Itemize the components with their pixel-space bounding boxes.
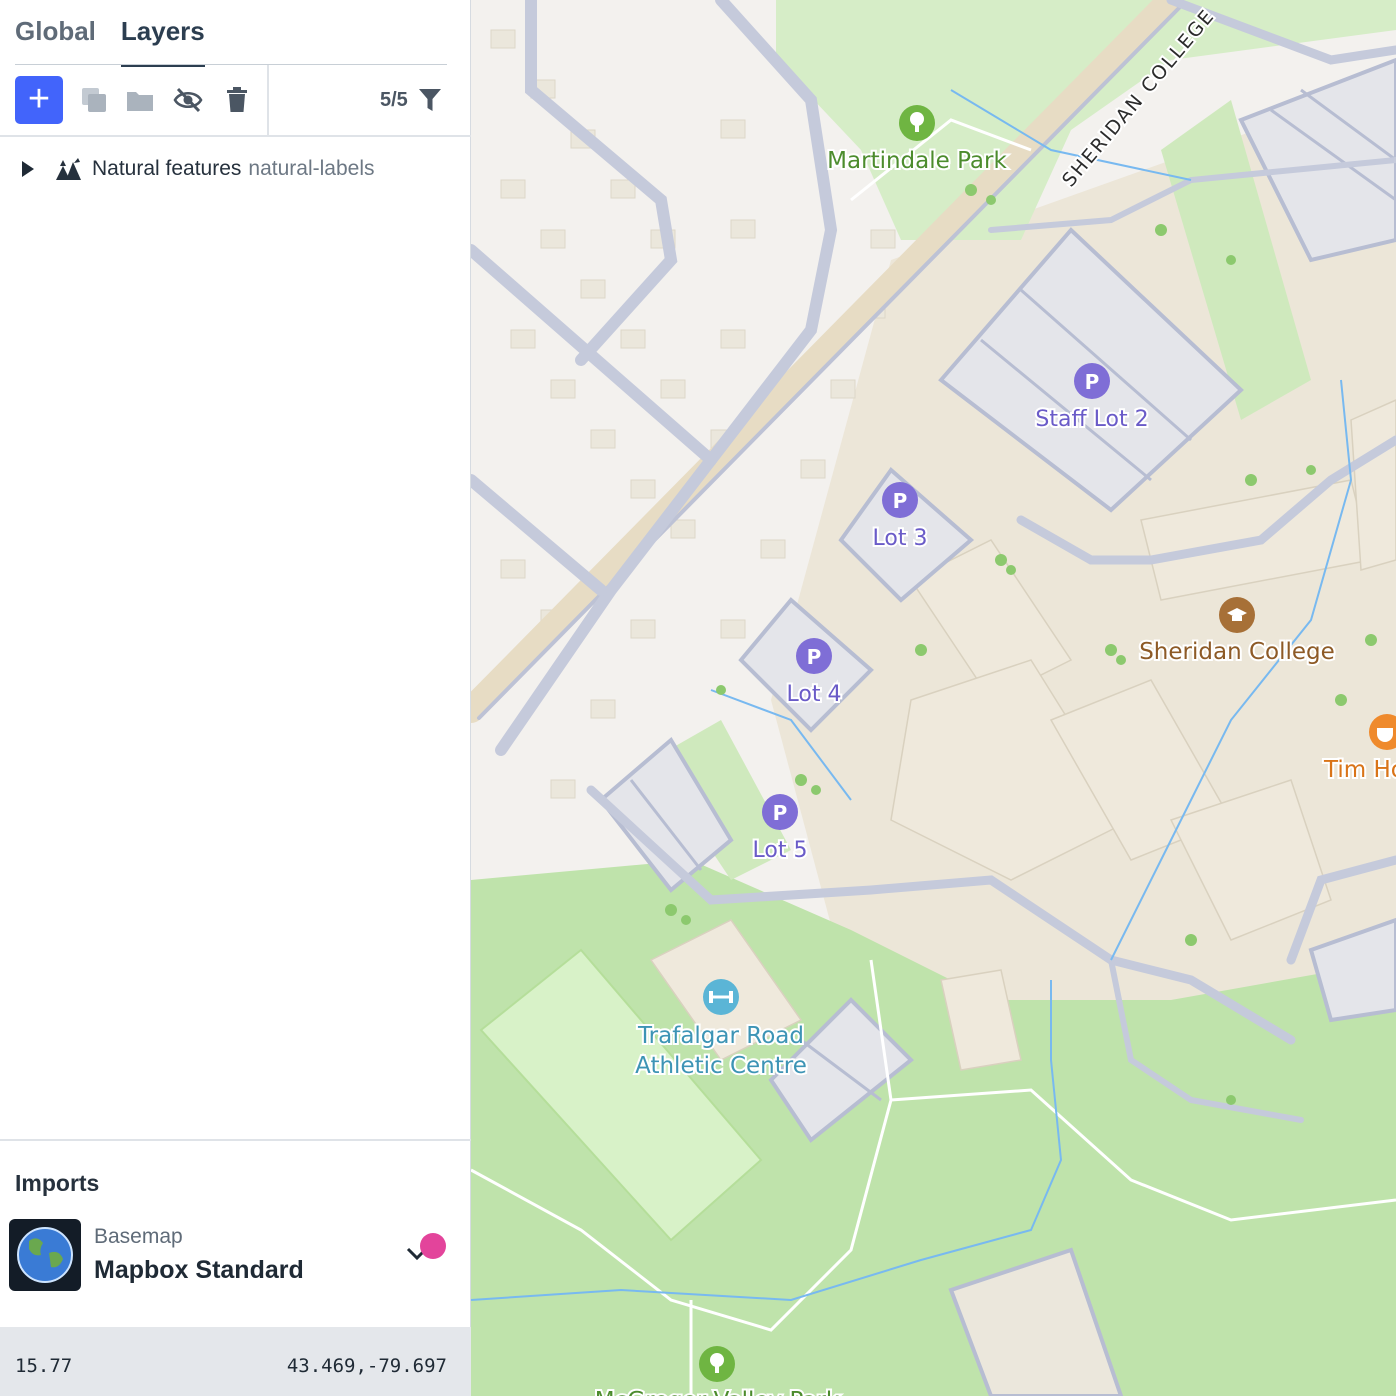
toolbar-divider bbox=[267, 65, 269, 135]
add-layer-button[interactable]: + bbox=[15, 76, 63, 124]
staff-lot-2-label: Staff Lot 2 bbox=[1035, 407, 1148, 432]
imports-title: Imports bbox=[15, 1170, 100, 1196]
tab-bar: Global Layers bbox=[15, 0, 205, 67]
layer-toolbar: + 5/5 bbox=[0, 65, 471, 137]
map-coordinates: 43.469,-79.697 bbox=[286, 1355, 447, 1377]
hide-icon[interactable] bbox=[173, 85, 203, 115]
athletic-centre-label-line2: Athletic Centre bbox=[635, 1053, 807, 1079]
status-bar: 15.77 43.469,-79.697 bbox=[0, 1327, 471, 1396]
layer-count: 5/5 bbox=[380, 89, 408, 111]
basemap-thumbnail[interactable] bbox=[9, 1219, 81, 1291]
basemap-label: Basemap bbox=[94, 1225, 183, 1248]
martindale-park-label: Martindale Park bbox=[827, 148, 1007, 174]
zoom-level: 15.77 bbox=[15, 1355, 73, 1377]
svg-text:P: P bbox=[1085, 370, 1100, 394]
athletic-centre-label-line1: Trafalgar Road bbox=[637, 1023, 804, 1049]
map-canvas[interactable]: Martindale Park SHERIDAN COLLEGE P Staff… bbox=[471, 0, 1396, 1396]
layer-name: Natural features bbox=[92, 157, 242, 180]
filter-icon[interactable] bbox=[418, 87, 442, 113]
sidebar: Global Layers + 5/5 Natural features nat… bbox=[0, 0, 471, 1396]
svg-text:P: P bbox=[773, 801, 788, 825]
trash-icon[interactable] bbox=[222, 85, 252, 115]
duplicate-icon[interactable] bbox=[79, 85, 109, 115]
lot-5-label: Lot 5 bbox=[753, 838, 808, 863]
svg-text:P: P bbox=[893, 489, 908, 513]
svg-text:P: P bbox=[807, 645, 822, 669]
layer-item[interactable]: Natural features natural-labels bbox=[0, 148, 471, 190]
folder-icon[interactable] bbox=[125, 85, 155, 115]
imports-divider bbox=[0, 1139, 471, 1141]
mcgregor-valley-park-label: McGregor Valley Park bbox=[595, 1388, 840, 1396]
layer-id: natural-labels bbox=[248, 157, 375, 180]
notification-dot bbox=[420, 1233, 446, 1259]
natural-features-icon bbox=[56, 158, 81, 180]
expand-caret-icon[interactable] bbox=[22, 161, 34, 177]
tab-layers[interactable]: Layers bbox=[120, 0, 205, 67]
globe-icon bbox=[17, 1227, 73, 1283]
basemap-name: Mapbox Standard bbox=[94, 1256, 304, 1284]
lot-3-label: Lot 3 bbox=[873, 526, 928, 551]
tim-hortons-label: Tim Ho bbox=[1323, 757, 1396, 783]
map-svg[interactable]: Martindale Park SHERIDAN COLLEGE P Staff… bbox=[471, 0, 1396, 1396]
lot-4-label: Lot 4 bbox=[787, 682, 842, 707]
sheridan-college-label: Sheridan College bbox=[1139, 639, 1335, 665]
tab-global[interactable]: Global bbox=[15, 0, 96, 66]
